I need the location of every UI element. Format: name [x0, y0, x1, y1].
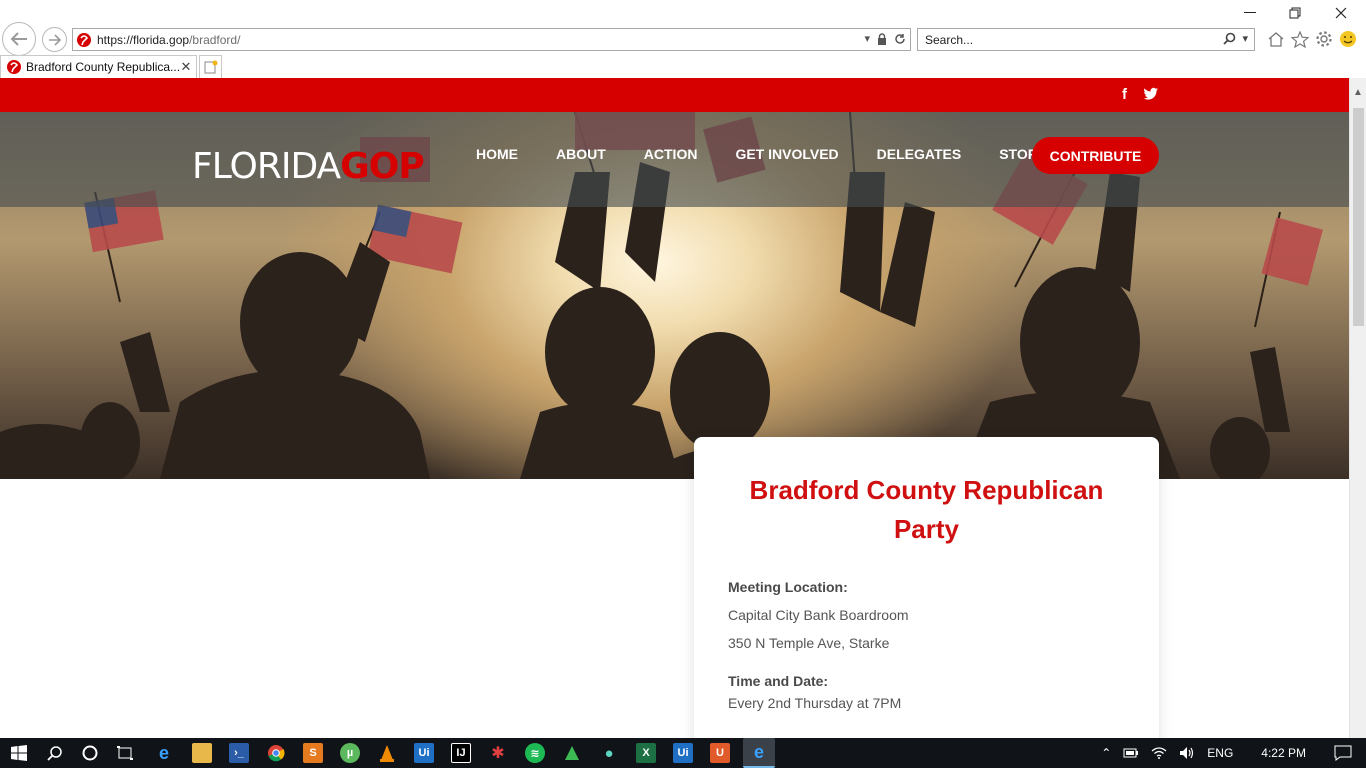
app-triangle-icon	[565, 746, 579, 760]
utorrent-icon[interactable]: µ	[340, 743, 360, 763]
facebook-icon[interactable]: f	[1122, 87, 1127, 103]
volume-icon[interactable]	[1179, 746, 1195, 760]
search-dropdown-icon[interactable]: ▾	[1242, 32, 1248, 45]
nav-action[interactable]: ACTION	[644, 146, 698, 162]
tab-close-icon[interactable]: ✕	[179, 59, 193, 75]
tab-active[interactable]: Bradford County Republica... ✕	[0, 55, 197, 78]
start-button[interactable]	[9, 743, 29, 763]
logo-text-florida: FLORIDA	[192, 146, 341, 187]
address-path: /bradford/	[189, 32, 241, 47]
cortana-button[interactable]	[80, 743, 100, 763]
nav-get-involved[interactable]: GET INVOLVED	[735, 146, 838, 162]
spotify-icon[interactable]: ≋	[525, 743, 545, 763]
close-window-button[interactable]	[1331, 4, 1351, 22]
meeting-location-label: Meeting Location:	[728, 579, 848, 595]
time-date-value: Every 2nd Thursday at 7PM	[728, 695, 902, 711]
dropdown-icon[interactable]: ▾	[864, 32, 870, 45]
arrow-left-icon	[10, 32, 27, 46]
wifi-icon[interactable]	[1151, 746, 1167, 760]
uipath-icon[interactable]: Ui	[414, 743, 434, 763]
arrow-right-icon	[48, 33, 61, 46]
chrome-icon[interactable]	[266, 743, 286, 763]
uipath-robot-icon[interactable]: U	[710, 743, 730, 763]
tab-favicon-icon	[7, 60, 21, 74]
top-social-bar: f	[0, 78, 1349, 112]
search-placeholder: Search...	[925, 33, 974, 47]
nav-about[interactable]: ABOUT	[556, 146, 606, 162]
search-box[interactable]: Search... ▾	[917, 28, 1255, 51]
address-bar[interactable]: https://florida.gop/bradford/ ▾	[72, 28, 911, 51]
new-tab-button[interactable]	[199, 55, 222, 78]
main-navbar: FLORIDAGOP HOME ABOUT ACTION GET INVOLVE…	[0, 112, 1349, 207]
restore-button[interactable]	[1285, 4, 1305, 22]
chrome-logo-icon	[268, 745, 285, 762]
language-indicator[interactable]: ENG	[1207, 746, 1233, 760]
card-title: Bradford County Republican Party	[749, 475, 1104, 544]
action-center-icon[interactable]	[1334, 745, 1352, 761]
chevron-up-icon[interactable]: ⌃	[1101, 746, 1111, 760]
feedback-smiley-icon[interactable]	[1339, 30, 1357, 48]
browser-chrome: https://florida.gop/bradford/ ▾ Search..…	[0, 0, 1366, 78]
hero-banner: FLORIDAGOP HOME ABOUT ACTION GET INVOLVE…	[0, 112, 1349, 479]
address-host: https://florida.gop	[97, 32, 190, 47]
home-icon[interactable]	[1267, 31, 1285, 48]
new-tab-icon	[204, 60, 217, 74]
task-view-button[interactable]	[115, 743, 135, 763]
clock[interactable]: 4:22 PM	[1261, 746, 1306, 760]
excel-icon[interactable]: X	[636, 743, 656, 763]
app-green-icon[interactable]	[562, 743, 582, 763]
minimize-icon	[1244, 12, 1256, 13]
site-favicon-icon	[77, 32, 91, 47]
scrollbar-thumb[interactable]	[1353, 108, 1364, 326]
restore-icon	[1289, 7, 1301, 19]
file-explorer-icon[interactable]	[192, 743, 212, 763]
powershell-icon[interactable]: ›_	[229, 743, 249, 763]
search-taskbar-button[interactable]	[45, 743, 65, 763]
search-icon	[47, 746, 62, 761]
meeting-location-line1: Capital City Bank Boardroom	[728, 607, 909, 623]
logo-text-gop: GOP	[340, 146, 425, 187]
contribute-button[interactable]: CONTRIBUTE	[1032, 137, 1159, 174]
meeting-location-line2: 350 N Temple Ave, Starke	[728, 635, 890, 651]
twitter-icon[interactable]	[1143, 87, 1159, 101]
tab-title: Bradford County Republica...	[26, 60, 179, 74]
minimize-button[interactable]	[1240, 4, 1260, 22]
camera-app-icon[interactable]: ●	[599, 743, 619, 763]
system-tray: ⌃ ENG 4:22 PM	[1101, 738, 1352, 768]
county-info-card: Bradford County Republican Party Meeting…	[694, 437, 1159, 738]
app-spider-icon[interactable]: ✱	[488, 743, 508, 763]
internet-explorer-icon[interactable]: e	[743, 738, 775, 768]
close-icon	[1335, 7, 1347, 19]
favorites-star-icon[interactable]	[1291, 30, 1309, 48]
forward-button[interactable]	[42, 27, 67, 52]
settings-gear-icon[interactable]	[1315, 30, 1333, 48]
windows-logo-icon	[11, 745, 27, 761]
windows-taskbar: e ›_ S µ Ui IJ ✱ ≋ ● X Ui U e ⌃ ENG 4:22…	[0, 738, 1366, 768]
main-menu: HOME ABOUT ACTION GET INVOLVED DELEGATES…	[476, 146, 1085, 162]
web-page: f FLORIDAGOP HOME ABOUT ACTION GET INVOL…	[0, 78, 1349, 738]
battery-icon[interactable]	[1123, 747, 1139, 759]
vlc-cone-icon	[380, 745, 394, 762]
vlc-icon[interactable]	[377, 743, 397, 763]
uipath-studio-icon[interactable]: Ui	[673, 743, 693, 763]
cortana-icon	[82, 745, 98, 761]
time-date-label: Time and Date:	[728, 673, 829, 689]
back-button[interactable]	[2, 22, 36, 56]
sublime-text-icon[interactable]: S	[303, 743, 323, 763]
intellij-icon[interactable]: IJ	[451, 743, 471, 763]
refresh-icon[interactable]	[894, 33, 906, 45]
nav-home[interactable]: HOME	[476, 146, 518, 162]
search-icon[interactable]	[1223, 32, 1236, 45]
site-logo[interactable]: FLORIDAGOP	[192, 146, 425, 187]
lock-icon[interactable]	[877, 32, 887, 45]
edge-icon[interactable]: e	[154, 743, 174, 763]
scroll-up-icon[interactable]: ▲	[1353, 87, 1363, 98]
nav-delegates[interactable]: DELEGATES	[877, 146, 962, 162]
vertical-scrollbar[interactable]: ▲	[1349, 78, 1366, 738]
task-view-icon	[117, 746, 133, 760]
